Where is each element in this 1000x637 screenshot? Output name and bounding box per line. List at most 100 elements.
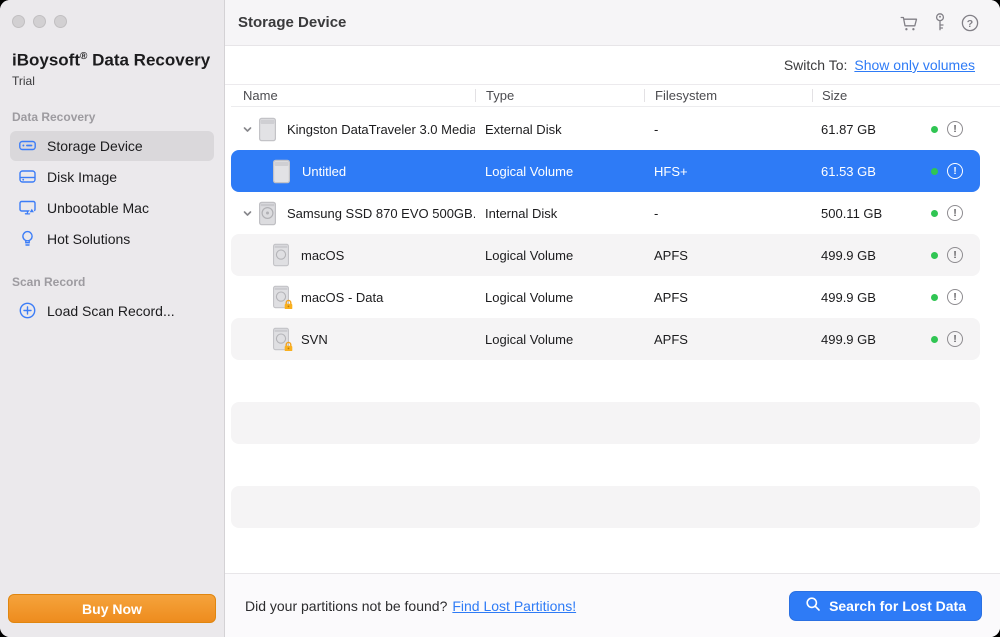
empty-row <box>231 402 980 444</box>
device-name-cell: macOS - Data <box>231 285 475 309</box>
device-name-cell: macOS <box>231 243 475 267</box>
external-disk-icon <box>271 159 292 184</box>
sidebar-nav: Data Recovery Storage Device Disk Image Unb… <box>0 88 224 327</box>
sidebar: iBoysoft® Data Recovery Trial Data Recov… <box>0 0 225 637</box>
volume-icon <box>271 243 291 267</box>
close-button[interactable] <box>12 15 25 28</box>
info-icon[interactable]: ! <box>947 121 963 137</box>
device-name-cell: SVN <box>231 327 475 351</box>
help-icon[interactable]: ? <box>960 13 980 33</box>
main-panel: Storage Device ? Switch To: Show only vo… <box>225 0 1000 637</box>
table-row[interactable]: Kingston DataTraveler 3.0 MediaExternal … <box>231 108 980 150</box>
volume-icon <box>271 327 291 351</box>
device-name-cell: Kingston DataTraveler 3.0 Media <box>231 117 475 142</box>
sidebar-item-label: Hot Solutions <box>47 231 130 247</box>
device-name: Samsung SSD 870 EVO 500GB... <box>287 206 475 221</box>
plus-circle-icon <box>18 301 37 320</box>
device-status-cell: ! <box>929 205 980 221</box>
key-icon[interactable] <box>934 12 946 33</box>
app-window: iBoysoft® Data Recovery Trial Data Recov… <box>0 0 1000 637</box>
sidebar-item-storage-device[interactable]: Storage Device <box>10 131 214 161</box>
top-bar: Storage Device ? <box>225 0 1000 46</box>
device-filesystem-cell: - <box>644 206 812 221</box>
table-row[interactable]: SVNLogical VolumeAPFS499.9 GB! <box>231 318 980 360</box>
device-size-cell: 61.53 GB <box>812 164 929 179</box>
status-dot <box>931 168 938 175</box>
external-disk-icon <box>257 117 278 142</box>
top-bar-icons: ? <box>899 12 980 33</box>
search-icon <box>805 596 821 615</box>
info-icon[interactable]: ! <box>947 289 963 305</box>
device-status-cell: ! <box>929 289 980 305</box>
empty-row <box>231 444 980 486</box>
device-status-cell: ! <box>929 247 980 263</box>
status-dot <box>931 252 938 259</box>
table-row[interactable]: Samsung SSD 870 EVO 500GB...Internal Dis… <box>231 192 980 234</box>
svg-text:?: ? <box>967 17 973 29</box>
cart-icon[interactable] <box>899 13 920 33</box>
internal-disk-icon <box>257 201 278 226</box>
sidebar-spacer <box>0 327 224 594</box>
page-title: Storage Device <box>238 14 346 31</box>
sidebar-item-label: Disk Image <box>47 169 117 185</box>
device-type-cell: Logical Volume <box>475 332 644 347</box>
lock-icon <box>283 299 294 309</box>
chevron-down-icon[interactable] <box>242 124 253 135</box>
device-type-cell: Logical Volume <box>475 290 644 305</box>
sidebar-section-header: Data Recovery <box>10 101 214 131</box>
device-filesystem-cell: APFS <box>644 248 812 263</box>
table-row[interactable]: macOS - Data Logical VolumeAPFS499.9 GB! <box>231 276 980 318</box>
table-row[interactable]: UntitledLogical VolumeHFS+61.53 GB! <box>231 150 980 192</box>
app-title: iBoysoft® Data Recovery <box>12 46 212 71</box>
unbootable-mac-icon <box>18 198 37 217</box>
storage-device-icon <box>18 136 37 155</box>
empty-row <box>231 360 980 402</box>
disk-image-icon <box>18 167 37 186</box>
empty-row <box>231 486 980 528</box>
sidebar-item-unbootable-mac[interactable]: Unbootable Mac <box>10 193 214 223</box>
buy-now-button[interactable]: Buy Now <box>8 594 216 623</box>
sidebar-item-hot-solutions[interactable]: Hot Solutions <box>10 224 214 254</box>
column-header-size: Size <box>812 89 929 102</box>
device-name: macOS <box>301 248 344 263</box>
device-filesystem-cell: APFS <box>644 332 812 347</box>
device-size-cell: 61.87 GB <box>812 122 929 137</box>
device-status-cell: ! <box>929 331 980 347</box>
device-list: Kingston DataTraveler 3.0 MediaExternal … <box>225 107 1000 573</box>
app-branding: iBoysoft® Data Recovery Trial <box>0 28 224 88</box>
sidebar-item-label: Storage Device <box>47 138 143 154</box>
chevron-down-icon[interactable] <box>242 208 253 219</box>
status-dot <box>931 294 938 301</box>
table-row[interactable]: macOSLogical VolumeAPFS499.9 GB! <box>231 234 980 276</box>
info-icon[interactable]: ! <box>947 331 963 347</box>
sidebar-section: Data Recovery Storage Device Disk Image Unb… <box>10 101 214 254</box>
footer-bar: Did your partitions not be found? Find L… <box>225 573 1000 637</box>
device-filesystem-cell: APFS <box>644 290 812 305</box>
show-only-volumes-link[interactable]: Show only volumes <box>854 57 975 73</box>
zoom-button[interactable] <box>54 15 67 28</box>
search-for-lost-data-button[interactable]: Search for Lost Data <box>789 591 982 621</box>
minimize-button[interactable] <box>33 15 46 28</box>
view-switch-row: Switch To: Show only volumes <box>225 46 1000 85</box>
device-type-cell: Internal Disk <box>475 206 644 221</box>
device-name: Kingston DataTraveler 3.0 Media <box>287 122 475 137</box>
device-name-cell: Untitled <box>231 159 475 184</box>
device-name: Untitled <box>302 164 346 179</box>
status-dot <box>931 336 938 343</box>
info-icon[interactable]: ! <box>947 163 963 179</box>
sidebar-item-label: Unbootable Mac <box>47 200 149 216</box>
find-lost-partitions-link[interactable]: Find Lost Partitions! <box>452 598 576 614</box>
license-badge: Trial <box>12 74 212 88</box>
info-icon[interactable]: ! <box>947 247 963 263</box>
device-name: macOS - Data <box>301 290 383 305</box>
device-type-cell: Logical Volume <box>475 164 644 179</box>
empty-row <box>231 528 980 570</box>
sidebar-item-load-scan-record[interactable]: Load Scan Record... <box>10 296 214 326</box>
device-size-cell: 499.9 GB <box>812 290 929 305</box>
sidebar-item-label: Load Scan Record... <box>47 303 175 319</box>
info-icon[interactable]: ! <box>947 205 963 221</box>
sidebar-item-disk-image[interactable]: Disk Image <box>10 162 214 192</box>
device-type-cell: External Disk <box>475 122 644 137</box>
column-header-type: Type <box>475 89 644 102</box>
hot-solutions-icon <box>18 229 37 248</box>
